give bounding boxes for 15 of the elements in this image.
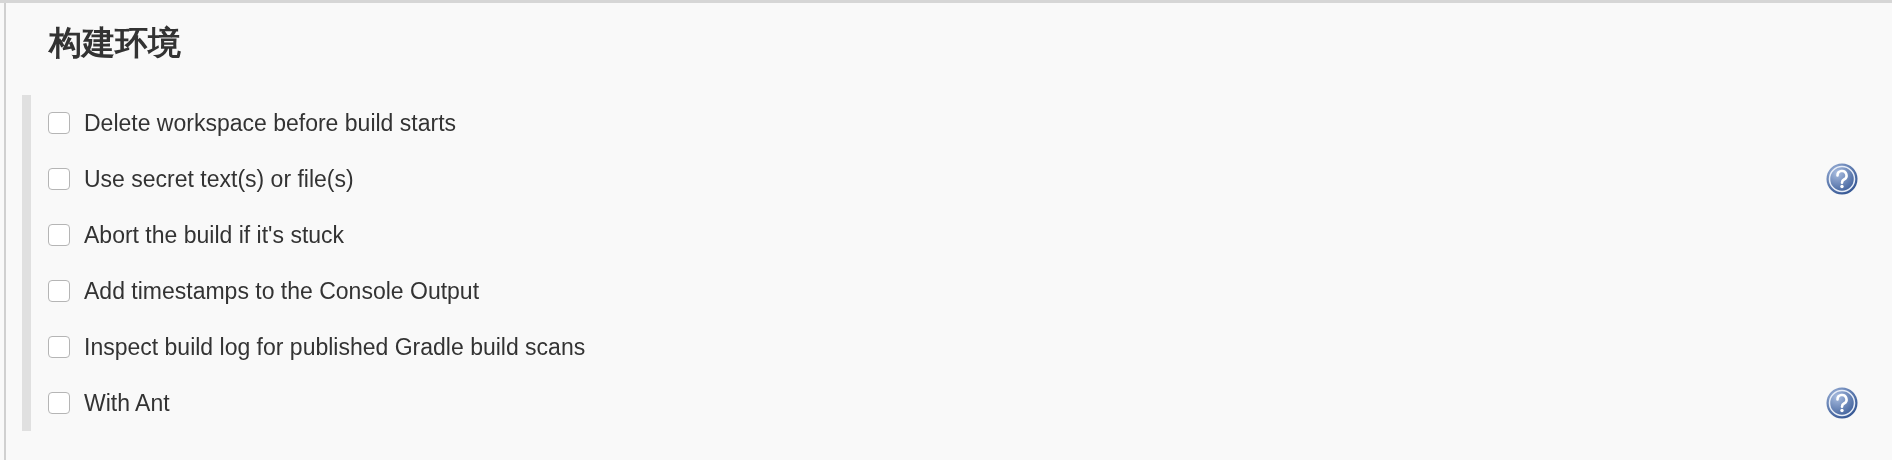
option-label: Inspect build log for published Gradle build scans bbox=[84, 333, 586, 361]
option-label: Abort the build if it's stuck bbox=[84, 221, 345, 249]
option-label: With Ant bbox=[84, 389, 170, 417]
checkbox[interactable] bbox=[48, 392, 70, 414]
checkbox[interactable] bbox=[48, 168, 70, 190]
option-label: Add timestamps to the Console Output bbox=[84, 277, 480, 305]
option-label: Use secret text(s) or file(s) bbox=[84, 165, 354, 193]
help-icon[interactable] bbox=[1826, 163, 1858, 195]
checkbox[interactable] bbox=[48, 336, 70, 358]
checkbox[interactable] bbox=[48, 224, 70, 246]
option-label: Delete workspace before build starts bbox=[84, 109, 457, 137]
help-icon[interactable] bbox=[1826, 387, 1858, 419]
checkbox[interactable] bbox=[48, 280, 70, 302]
checkbox[interactable] bbox=[48, 112, 70, 134]
section-heading: 构建环境 bbox=[47, 22, 182, 64]
